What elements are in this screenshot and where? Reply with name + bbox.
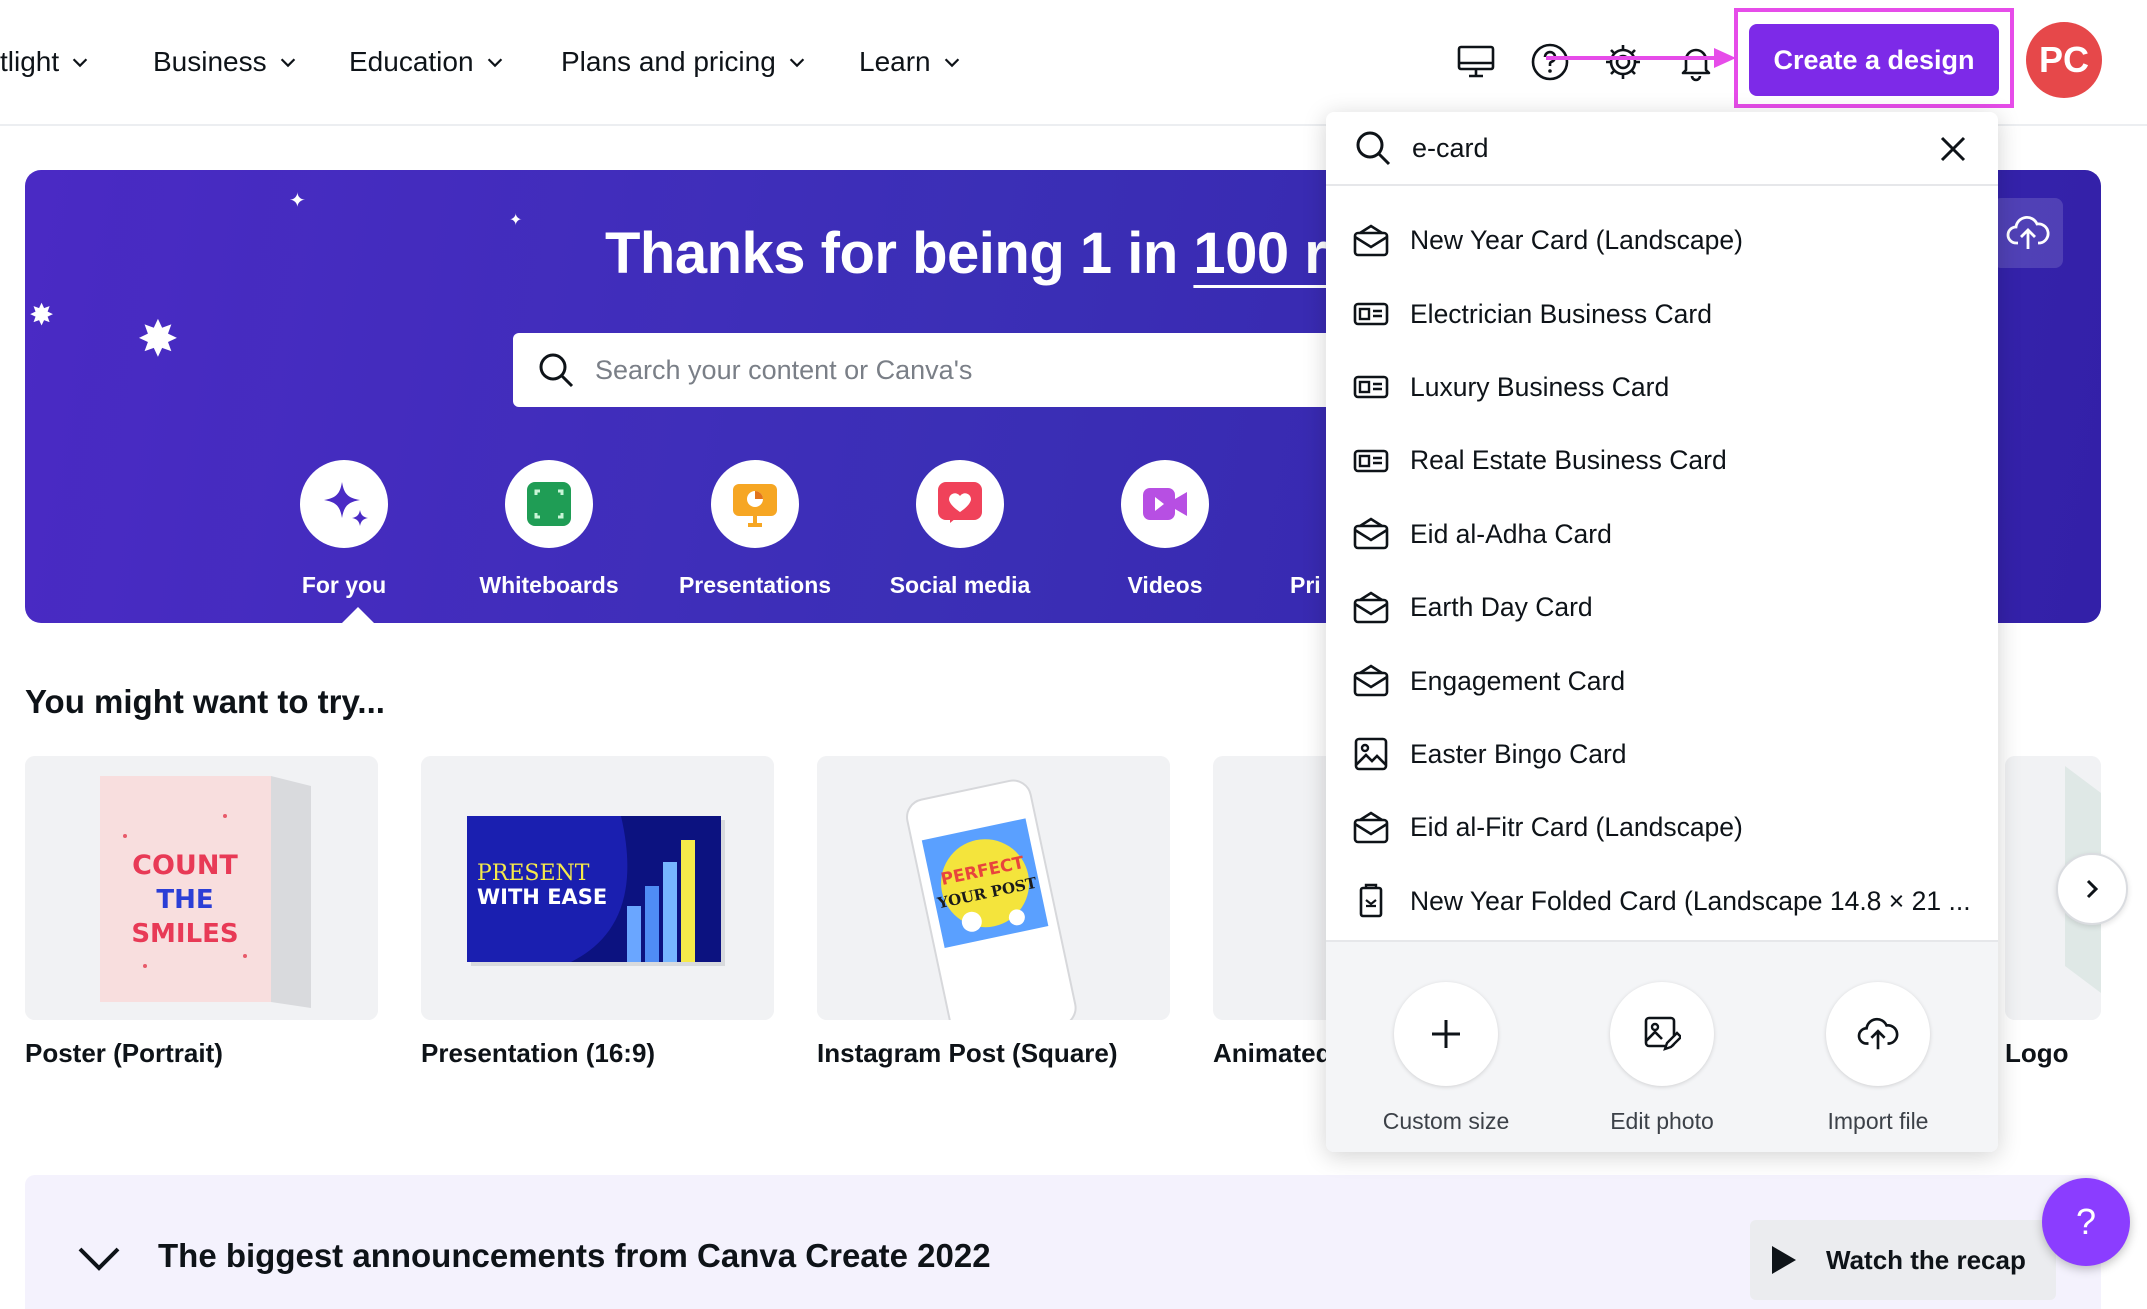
banner-search-input[interactable]: [595, 354, 1295, 386]
business-card-icon: [1353, 376, 1389, 399]
instagram-thumbnail: PERFECT YOUR POST: [817, 756, 1170, 1020]
template-card-label: Animated: [1213, 1038, 1332, 1068]
list-item[interactable]: Luxury Business Card: [1326, 351, 1998, 424]
plus-icon: [1432, 1020, 1460, 1048]
template-card-presentation[interactable]: PRESENT WITH EASE: [421, 756, 774, 1020]
card-icon: [1353, 517, 1389, 550]
desktop-icon[interactable]: [1452, 38, 1500, 86]
sparkle-icon: [324, 482, 368, 526]
nav-item-business[interactable]: Business: [153, 42, 299, 82]
template-card-label: Presentation (16:9): [421, 1038, 656, 1068]
business-card-icon: [1353, 449, 1389, 473]
nav-item-spotlight[interactable]: tlight: [0, 42, 91, 82]
list-item[interactable]: New Year Card (Landscape): [1326, 204, 1998, 277]
dropdown-search-bar[interactable]: [1326, 112, 1998, 186]
svg-text:COUNT: COUNT: [132, 850, 238, 881]
search-icon: [1356, 131, 1391, 166]
presentation-icon: [733, 484, 777, 527]
play-icon: [1772, 1246, 1796, 1274]
category-social-media[interactable]: Social media: [880, 460, 1040, 599]
image-icon: [1354, 738, 1388, 771]
edit-photo-icon: [1644, 1016, 1681, 1051]
list-item[interactable]: Eid al-Fitr Card (Landscape): [1326, 791, 1998, 864]
banner-search-bar[interactable]: [513, 333, 1413, 407]
nav-item-education[interactable]: Education: [349, 42, 506, 82]
suggestions-title: You might want to try...: [25, 683, 385, 720]
list-item[interactable]: Engagement Card: [1326, 644, 1998, 717]
star-decoration: ✦: [289, 190, 306, 212]
svg-text:THE: THE: [156, 885, 213, 915]
list-item[interactable]: Earth Day Card: [1326, 571, 1998, 644]
chevron-down-icon: [789, 58, 805, 68]
template-card-poster[interactable]: COUNT THE SMILES: [25, 756, 378, 1020]
folded-card-icon: [1359, 884, 1383, 918]
category-videos[interactable]: Videos: [1085, 460, 1245, 599]
category-for-you[interactable]: For you: [264, 460, 424, 599]
svg-text:WITH EASE: WITH EASE: [477, 885, 607, 909]
carousel-next-button[interactable]: [2056, 853, 2128, 925]
chevron-down-icon: [72, 58, 88, 68]
custom-size-button[interactable]: Custom size: [1356, 982, 1536, 1135]
heart-icon: [938, 482, 982, 523]
chevron-down-icon[interactable]: [76, 1243, 122, 1273]
svg-text:SMILES: SMILES: [131, 919, 238, 949]
upload-cloud-icon: [1857, 1017, 1899, 1050]
edit-photo-button[interactable]: Edit photo: [1572, 982, 1752, 1135]
list-item[interactable]: Real Estate Business Card: [1326, 424, 1998, 497]
watch-the-recap-button[interactable]: Watch the recap: [1750, 1220, 2056, 1300]
template-card-label: Logo: [2005, 1038, 2069, 1068]
dropdown-quick-actions: Custom size Edit photo Import file: [1326, 940, 1998, 1152]
annotation-arrow: [1546, 48, 1736, 68]
import-file-button[interactable]: Import file: [1788, 982, 1968, 1135]
list-item[interactable]: Electrician Business Card: [1326, 277, 1998, 350]
nav-item-learn[interactable]: Learn: [859, 42, 963, 82]
presentation-thumbnail: PRESENT WITH EASE: [421, 756, 774, 1020]
card-icon: [1353, 664, 1389, 697]
card-icon: [1353, 224, 1389, 256]
search-results-list: New Year Card (Landscape) Electrician Bu…: [1326, 204, 1998, 938]
list-item[interactable]: Easter Bingo Card: [1326, 718, 1998, 791]
template-card-label: Instagram Post (Square): [817, 1038, 1118, 1068]
star-decoration: ✦: [509, 212, 523, 229]
template-card-instagram-post[interactable]: PERFECT YOUR POST: [817, 756, 1170, 1020]
svg-text:PRESENT: PRESENT: [477, 861, 590, 886]
chevron-down-icon: [487, 58, 502, 68]
list-item[interactable]: Eid al-Adha Card: [1326, 498, 1998, 571]
selected-category-pointer: [342, 607, 374, 623]
template-card-label: Poster (Portrait): [25, 1038, 223, 1068]
category-presentations[interactable]: Presentations: [675, 460, 835, 599]
list-item[interactable]: New Year Folded Card (Landscape 14.8 × 2…: [1326, 865, 1998, 938]
star-decoration: ✸: [137, 311, 179, 367]
banner-title: Thanks for being 1 in 100 r: [605, 221, 1327, 286]
star-decoration: ✸: [29, 299, 55, 332]
poster-thumbnail: COUNT THE SMILES: [25, 756, 378, 1020]
card-icon: [1353, 591, 1389, 623]
whiteboard-icon: [527, 482, 571, 526]
business-card-icon: [1353, 302, 1389, 326]
avatar[interactable]: PC: [2026, 22, 2102, 98]
canva-home-page: tlight Business Education Plans and pric…: [0, 0, 2147, 1309]
create-design-dropdown: New Year Card (Landscape) Electrician Bu…: [1326, 112, 1998, 1152]
chevron-down-icon: [280, 58, 295, 68]
search-icon: [539, 353, 574, 388]
chevron-right-icon: [2086, 879, 2099, 899]
create-a-design-button[interactable]: Create a design: [1749, 24, 1999, 96]
category-whiteboards[interactable]: Whiteboards: [469, 460, 629, 599]
help-fab-button[interactable]: ?: [2042, 1178, 2130, 1266]
upload-button[interactable]: [1993, 198, 2063, 268]
chevron-down-icon: [944, 58, 959, 68]
upload-cloud-icon: [2006, 215, 2050, 249]
top-navigation: tlight Business Education Plans and pric…: [0, 0, 2147, 126]
video-icon: [1143, 488, 1187, 520]
dropdown-search-input[interactable]: [1412, 132, 1932, 164]
nav-item-plans-and-pricing[interactable]: Plans and pricing: [561, 42, 808, 82]
card-icon: [1353, 811, 1389, 844]
announcement-title: The biggest announcements from Canva Cre…: [158, 1237, 991, 1274]
close-icon[interactable]: [1938, 134, 1968, 164]
